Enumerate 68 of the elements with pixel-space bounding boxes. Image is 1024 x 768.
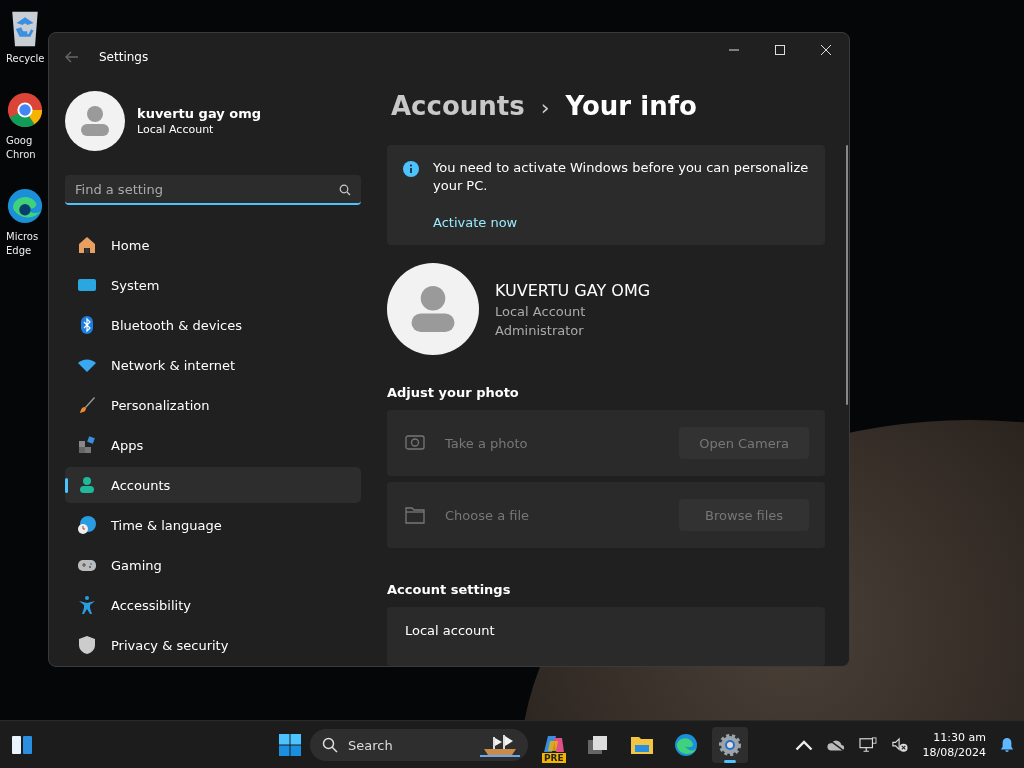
info-icon xyxy=(403,161,419,177)
profile-name: kuvertu gay omg xyxy=(137,106,262,121)
apps-icon xyxy=(77,435,97,455)
nav-item[interactable]: Accessibility xyxy=(65,587,361,623)
section-heading: Account settings xyxy=(387,582,512,598)
accessibility-icon xyxy=(77,595,97,615)
breadcrumb-link[interactable]: Accounts xyxy=(391,91,525,121)
paintbrush-icon xyxy=(77,395,97,415)
profile-account-type: Local Account xyxy=(137,123,215,136)
desktop-icon-label: Recycle xyxy=(6,52,45,66)
user-name: KUVERTU GAY OMG xyxy=(495,280,651,300)
nav-item[interactable]: Accounts xyxy=(65,467,361,503)
ship-drawing xyxy=(480,733,520,757)
nav-item[interactable]: Apps xyxy=(65,427,361,463)
folder-icon xyxy=(405,506,425,525)
account-setting-card[interactable]: Local account xyxy=(387,607,826,666)
page-title: Your info xyxy=(565,91,697,121)
monitor-icon[interactable] xyxy=(858,736,877,753)
nav-item[interactable]: Time & language xyxy=(65,507,361,543)
shield-icon xyxy=(77,635,97,655)
avatar-icon xyxy=(387,263,479,356)
nav-item[interactable]: System xyxy=(65,267,361,303)
nav-item[interactable]: Privacy & security xyxy=(65,627,361,663)
setting-label: Local account xyxy=(405,623,495,639)
globe-clock-icon xyxy=(77,515,97,535)
back-arrow-icon[interactable] xyxy=(65,51,79,63)
search-icon xyxy=(339,184,351,196)
user-detail: Administrator xyxy=(495,322,585,338)
desktop-icon-label: Chron xyxy=(6,148,36,162)
section-heading: Adjust your photo xyxy=(387,385,520,401)
edge-icon[interactable] xyxy=(6,186,44,226)
settings-search-field[interactable]: Find a setting xyxy=(65,175,361,205)
chrome-icon[interactable] xyxy=(6,90,44,130)
desktop-icon-label: Edge xyxy=(6,244,32,258)
nav-item[interactable]: Personalization xyxy=(65,387,361,423)
option-label: Take a photo xyxy=(445,435,528,451)
nav-item[interactable]: Network & internet xyxy=(65,347,361,383)
close-icon[interactable] xyxy=(821,45,831,55)
breadcrumb-separator: › xyxy=(540,95,550,120)
camera-icon xyxy=(405,434,425,453)
preview-badge: PRE xyxy=(542,753,566,763)
search-icon xyxy=(322,737,338,753)
notice-message: You need to activate Windows before you can personalize your PC. xyxy=(433,159,810,195)
person-icon xyxy=(77,475,97,495)
window-title: Settings xyxy=(99,50,149,64)
user-detail: Local Account xyxy=(495,303,587,319)
desktop-icon-label: Micros xyxy=(6,230,39,244)
desktop-icon-label: Goog xyxy=(6,134,33,148)
activate-now-link[interactable]: Activate now xyxy=(433,215,518,230)
nav-item[interactable]: Bluetooth & devices xyxy=(65,307,361,343)
maximize-icon[interactable] xyxy=(775,45,785,55)
task-view-icon xyxy=(586,733,610,757)
notification-bell-icon[interactable] xyxy=(1000,736,1014,753)
speaker-muted-icon[interactable] xyxy=(890,736,909,753)
start-icon[interactable] xyxy=(278,733,302,757)
nav-item[interactable]: Gaming xyxy=(65,547,361,583)
avatar-icon xyxy=(65,91,125,151)
home-icon xyxy=(77,235,97,255)
nav-item[interactable]: Home xyxy=(65,227,361,263)
gear-icon xyxy=(718,733,742,757)
scrollbar-thumb[interactable] xyxy=(846,145,849,405)
option-label: Choose a file xyxy=(445,507,530,523)
clock-time[interactable]: 11:30 am xyxy=(933,729,986,745)
taskbar-search-field[interactable]: Search xyxy=(310,729,528,761)
clock-date[interactable]: 18/08/2024 xyxy=(922,744,986,760)
taskbar-app[interactable]: PRE xyxy=(536,727,572,763)
taskbar-app[interactable] xyxy=(712,727,748,763)
edge-icon xyxy=(674,733,698,757)
